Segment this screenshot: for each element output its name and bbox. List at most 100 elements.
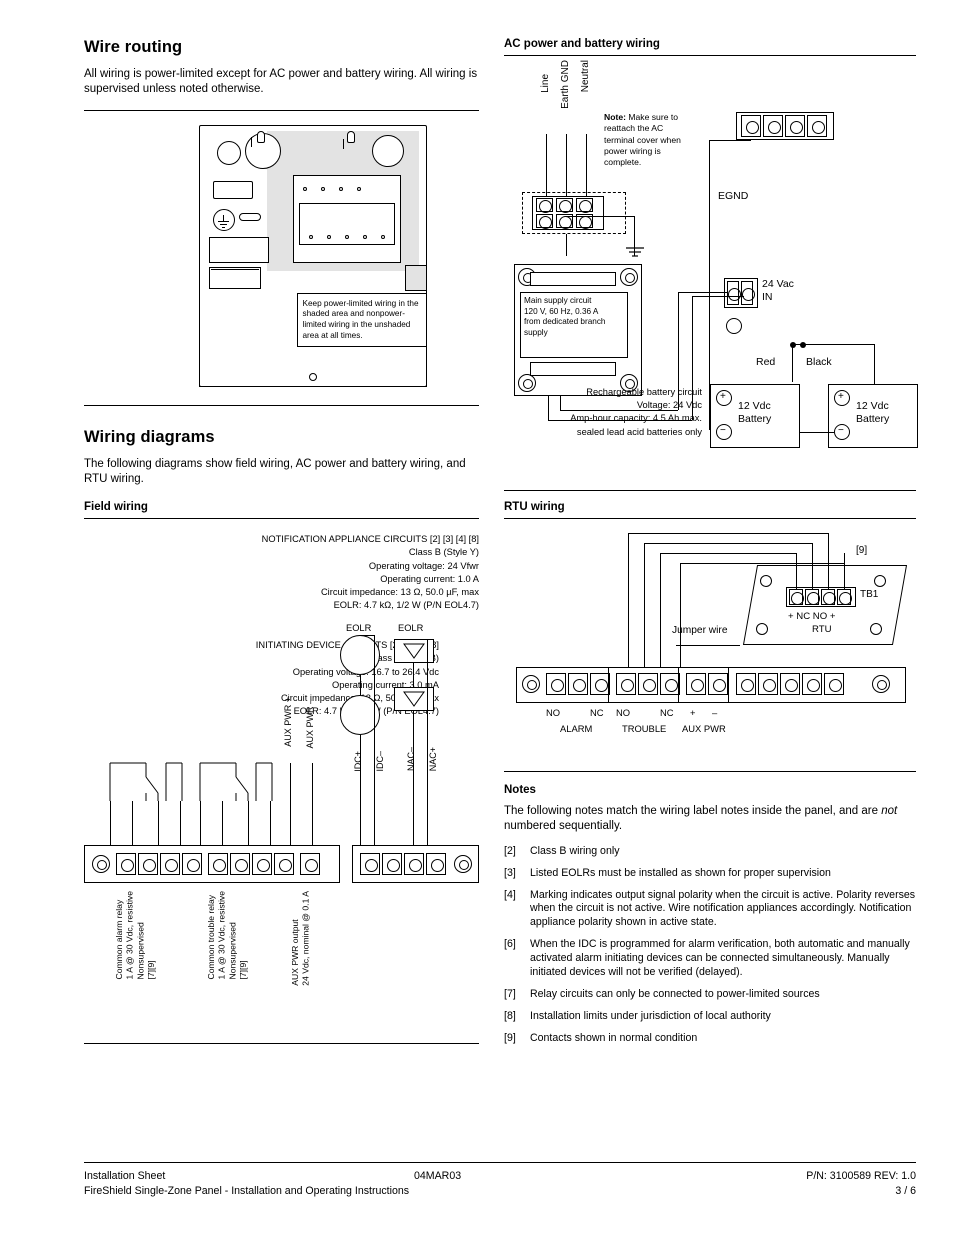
knockout-circle [216,140,241,165]
label-idc-plus: IDC+ [353,751,363,772]
idc-spec-text: INITIATING DEVICE CIRCUITS [2] [3] [6] [… [255,640,439,717]
terminal [274,853,294,876]
terminal [116,853,136,876]
divider [84,404,479,406]
board-dot [338,186,343,191]
board-dot [326,234,331,239]
wire [644,543,646,667]
label-egnd: EGND [718,190,749,202]
terminal [300,853,320,876]
label-aux-minus: – [712,707,718,718]
relay-contacts-symbols [109,762,273,802]
label-rtu: RTU [812,624,832,635]
battery-spec-text: Rechargeable battery circuit Voltage: 24… [570,387,702,437]
notes-intro: The following notes match the wiring lab… [504,804,916,835]
notes-intro-italic: not [881,805,898,817]
detail-line [250,136,252,147]
note-item: [2] Class B wiring only [504,845,916,859]
wire [427,639,429,848]
mounting-screw [92,855,110,874]
wire [796,553,798,589]
note-item: [4] Marking indicates output signal pola… [504,889,916,931]
panel-component [404,264,427,291]
note-number: [3] [504,866,516,879]
page-footer: Installation Sheet 04MAR03 P/N: 3100589 … [84,1162,916,1200]
note-number: [8] [504,1010,516,1023]
label-earth-gnd: Earth GND [560,60,571,109]
terminal [821,589,836,605]
wire-routing-body: All wiring is power-limited except for A… [84,68,478,96]
terminal [785,115,805,137]
label-common-alarm-relay: Common alarm relay 1 A @ 30 Vdc, resisti… [114,891,157,980]
board-dot [356,186,361,191]
right-column: AC power and battery wiring Line Earth G… [504,38,918,1054]
wire [374,635,376,848]
label-aux-pwr-group: AUX PWR [682,723,726,734]
eolr-label-right: EOLR [398,623,424,634]
panel-component [208,266,261,289]
panel-component [212,180,253,199]
wire [360,675,362,696]
earth-ground-icon [626,247,644,257]
knockout-circle [371,134,404,167]
ground-terminal [726,318,742,334]
label-tb1: TB1 [860,589,879,600]
terminal [568,673,588,695]
note-number: [4] [504,888,516,901]
rtu-screw [760,575,772,587]
wire [248,801,250,848]
note-item: [7] Relay circuits can only be connected… [504,988,916,1002]
main-supply-text: Main supply circuit 120 V, 60 Hz, 0.36 A… [524,296,606,337]
divider [84,1043,479,1045]
terminal-nc-trouble [660,673,680,695]
wire [844,553,846,589]
footer-date: 04MAR03 [414,1170,462,1182]
terminal [736,673,756,695]
label-nc-alarm: NC [590,707,604,718]
note-number: [9] [504,1032,516,1045]
mounting-screw [620,268,638,286]
wire [180,801,182,848]
footer-part-number: P/N: 3100589 REV: 1.0 [806,1170,916,1182]
eolr-label-left: EOLR [346,623,372,634]
label-minus: − [838,425,844,436]
wire [586,134,588,196]
knockout-slot [256,130,265,143]
note-text: Installation limits under jurisdiction o… [530,1010,771,1023]
wire [709,140,751,142]
field-wiring-diagram: NOTIFICATION APPLIANCE CIRCUITS [2] [3] … [84,527,479,1037]
knockout-slot [346,130,355,143]
label-nc-no: + NC NO + [788,611,836,622]
panel-base [198,378,427,387]
detail-line [219,223,227,225]
notes-list: [2] Class B wiring only [3] Listed EOLRs… [504,845,916,1047]
divider [84,1162,916,1163]
terminal [763,115,783,137]
terminal [758,673,778,695]
terminal [252,853,272,876]
mounting-screw [522,675,540,693]
board-dot [302,186,307,191]
terminal [536,214,553,229]
terminal [536,198,553,213]
label-nc-trouble: NC [660,707,674,718]
page-title-wiring-diagrams: Wiring diagrams [84,427,215,446]
ac-power-battery-diagram: Line Earth GND Neutral Note: Make sure t… [504,56,918,486]
note-number: [6] [504,938,516,951]
note-number: [7] [504,988,516,1001]
label-alarm-group: ALARM [560,723,593,734]
divider [678,667,679,703]
rtu-wiring-diagram: TB1 [9] + NC NO + RTU Jumper wire NO NC … [504,519,916,767]
left-column: Wire routing All wiring is power-limited… [84,38,479,1045]
wire [628,533,828,535]
wire [270,801,272,848]
wire [132,801,134,848]
note-text: Listed EOLRs must be installed as shown … [530,866,831,879]
note-item: [6] When the IDC is programmed for alarm… [504,938,916,980]
terminal [160,853,180,876]
panel-illustration: Keep power-limited wiring in the shaded … [117,124,447,395]
note-text: When the IDC is programmed for alarm ver… [530,938,910,979]
label-aux-pwr-minus: AUX PWR – [305,699,315,749]
terminal-no-alarm [546,673,566,695]
note-item: [8] Installation limits under jurisdicti… [504,1010,916,1024]
